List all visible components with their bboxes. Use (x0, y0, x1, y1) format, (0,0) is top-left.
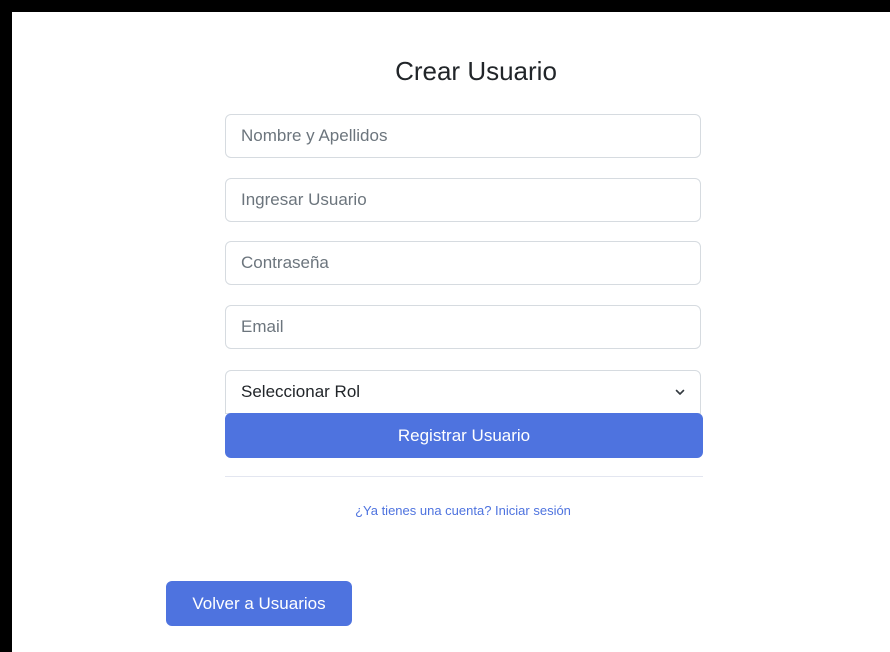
back-to-users-button[interactable]: Volver a Usuarios (166, 581, 352, 626)
page-content: Crear Usuario Seleccionar Rol Registrar … (12, 12, 890, 652)
chevron-down-icon (675, 389, 685, 395)
role-select[interactable]: Seleccionar Rol (225, 370, 701, 414)
page-title: Crear Usuario (395, 56, 557, 86)
login-link[interactable]: ¿Ya tienes una cuenta? Iniciar sesión (12, 503, 890, 518)
password-input[interactable] (225, 241, 701, 285)
divider (225, 476, 703, 477)
register-user-button[interactable]: Registrar Usuario (225, 413, 703, 458)
role-select-value: Seleccionar Rol (241, 382, 361, 401)
username-input[interactable] (225, 178, 701, 222)
full-name-input[interactable] (225, 114, 701, 158)
email-input[interactable] (225, 305, 701, 349)
